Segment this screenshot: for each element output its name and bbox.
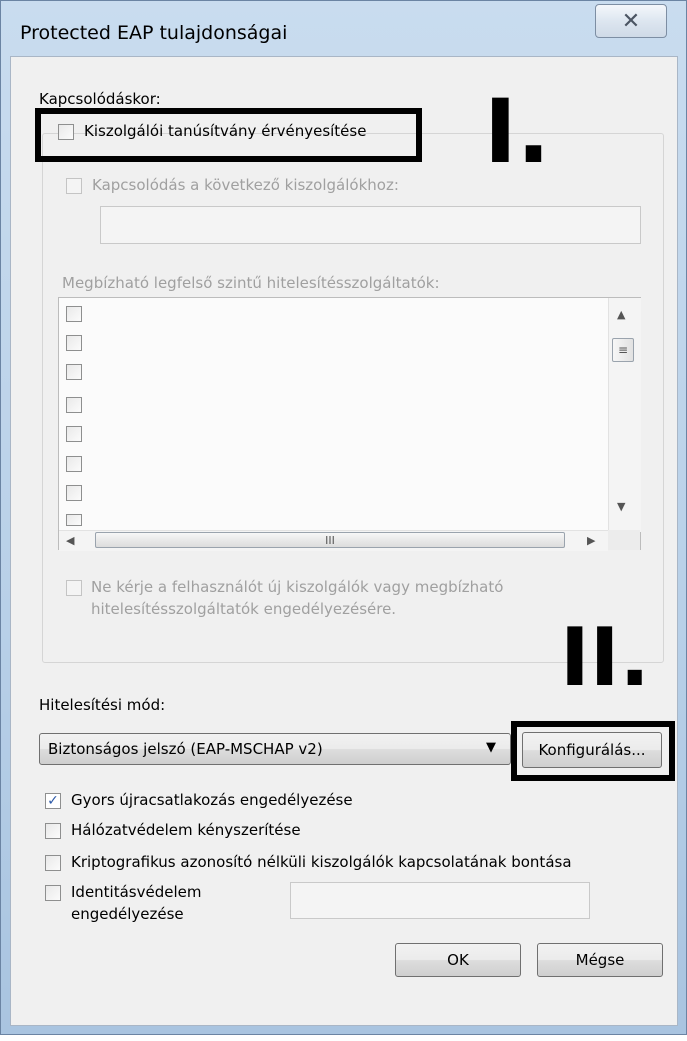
annotation-marker-two: II.: [560, 611, 650, 704]
checkmark-icon: ✓: [47, 793, 59, 809]
trusted-ca-row-checkbox[interactable]: [66, 426, 82, 442]
nap-checkbox[interactable]: [45, 823, 61, 839]
connect-servers-checkbox[interactable]: [66, 178, 82, 194]
annotation-box-two: [511, 721, 675, 781]
vertical-scrollbar[interactable]: [608, 298, 641, 532]
chevron-down-icon[interactable]: ▼: [486, 740, 496, 755]
trusted-ca-row-checkbox[interactable]: [66, 397, 82, 413]
close-button[interactable]: ✕: [595, 4, 667, 38]
scroll-up-arrow-icon[interactable]: ▲: [617, 308, 625, 321]
fast-reconnect-label[interactable]: Gyors újracsatlakozás engedélyezése: [71, 791, 353, 809]
scroll-down-arrow-icon[interactable]: ▼: [617, 500, 625, 513]
ok-button[interactable]: OK: [395, 943, 521, 977]
auth-method-label: Hitelesítési mód:: [39, 696, 166, 714]
trusted-ca-row-checkbox[interactable]: [66, 456, 82, 472]
ok-button-label: OK: [447, 951, 469, 969]
connect-servers-label[interactable]: Kapcsolódás a következő kiszolgálókhoz:: [92, 176, 399, 194]
connect-servers-input[interactable]: [100, 206, 641, 244]
window-title: Protected EAP tulajdonságai: [20, 22, 288, 44]
scroll-right-arrow-icon[interactable]: ▶: [587, 534, 595, 547]
trusted-ca-row-checkbox[interactable]: [66, 306, 82, 322]
cryptobinding-label[interactable]: Kriptografikus azonosító nélküli kiszolg…: [71, 853, 572, 871]
vertical-scroll-thumb[interactable]: ≡: [612, 338, 634, 362]
nap-label[interactable]: Hálózatvédelem kényszerítése: [71, 821, 301, 839]
trusted-ca-row-checkbox[interactable]: [66, 485, 82, 501]
identity-privacy-label-line1[interactable]: Identitásvédelem: [71, 883, 201, 901]
trusted-ca-list[interactable]: [58, 297, 641, 550]
no-prompt-checkbox[interactable]: [66, 580, 82, 596]
annotation-marker-one: I.: [484, 80, 551, 183]
trusted-ca-row-checkbox[interactable]: [66, 514, 82, 526]
identity-privacy-checkbox[interactable]: [45, 885, 61, 901]
cancel-button[interactable]: Mégse: [537, 943, 663, 977]
scrollbar-corner: [608, 530, 640, 550]
trusted-ca-row-checkbox[interactable]: [66, 335, 82, 351]
horizontal-scroll-thumb[interactable]: III: [95, 532, 565, 548]
trusted-ca-row-checkbox[interactable]: [66, 364, 82, 380]
fast-reconnect-checkbox[interactable]: ✓: [45, 793, 61, 809]
close-icon: ✕: [621, 8, 641, 34]
auth-method-selected-value[interactable]: Biztonságos jelszó (EAP-MSCHAP v2): [48, 740, 323, 758]
cancel-button-label: Mégse: [575, 951, 625, 969]
connect-section-label: Kapcsolódáskor:: [39, 90, 161, 108]
identity-privacy-label-line2[interactable]: engedélyezése: [71, 905, 184, 923]
annotation-box-one: [35, 108, 422, 162]
no-prompt-label-line1[interactable]: Ne kérje a felhasználót új kiszolgálók v…: [91, 578, 503, 596]
identity-privacy-input[interactable]: [290, 882, 590, 919]
cryptobinding-checkbox[interactable]: [45, 855, 61, 871]
no-prompt-label-line2[interactable]: hitelesítésszolgáltatók engedélyezésére.: [91, 600, 396, 618]
scroll-left-arrow-icon[interactable]: ◀: [66, 534, 74, 547]
trusted-ca-label: Megbízható legfelső szintű hitelesítéssz…: [62, 274, 440, 292]
